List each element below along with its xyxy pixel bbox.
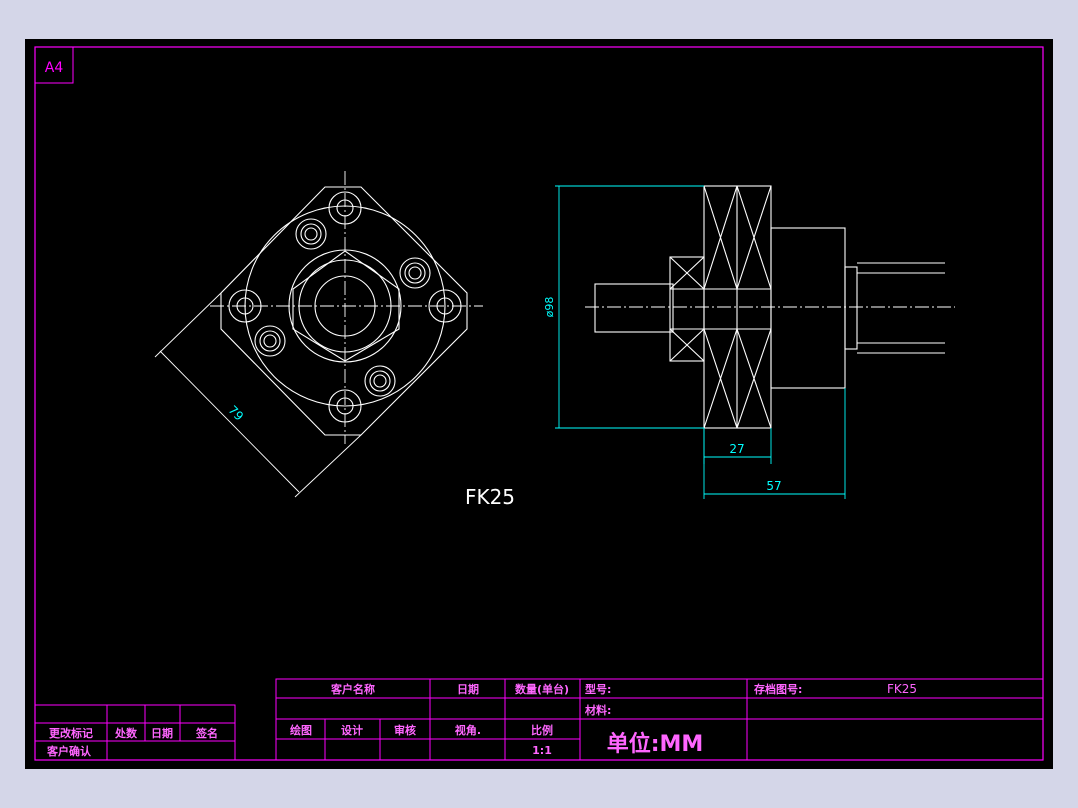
scale-value: 1:1 xyxy=(532,744,552,757)
archive-no-value: FK25 xyxy=(887,682,917,696)
shaft-stub xyxy=(594,283,674,333)
unit-label: 单位:MM xyxy=(607,731,704,757)
inner-border xyxy=(34,46,1044,761)
design-label: 设计 xyxy=(341,723,363,737)
housing-step xyxy=(844,266,858,350)
archive-no-label: 存档图号: xyxy=(754,682,802,696)
side-dimensions xyxy=(555,185,846,499)
drawing-label: 绘图 xyxy=(290,723,312,737)
front-dimension xyxy=(154,292,362,498)
customer-name-label: 客户名称 xyxy=(330,682,375,696)
sign-label: 签名 xyxy=(195,726,218,740)
title-date-label: 日期 xyxy=(457,682,479,696)
change-mark-label: 更改标记 xyxy=(49,726,93,740)
cad-drawing: A4 79 FK25 ø98 27 57 更改标记 处数 日期 签名 客户确认 … xyxy=(34,46,1044,761)
drawing-sheet: A4 79 FK25 ø98 27 57 更改标记 处数 日期 签名 客户确认 … xyxy=(25,39,1053,769)
view-angle-label: 视角. xyxy=(455,723,481,737)
dimension-27: 27 xyxy=(729,442,744,456)
review-label: 审核 xyxy=(394,723,416,737)
count-label: 处数 xyxy=(114,726,138,740)
customer-confirm-label: 客户确认 xyxy=(46,744,92,758)
dimension-57: 57 xyxy=(766,479,781,493)
part-label: FK25 xyxy=(465,485,515,509)
rev-date-label: 日期 xyxy=(151,726,173,740)
material-label: 材料: xyxy=(585,703,611,717)
housing-body xyxy=(770,227,846,389)
model-label: 型号: xyxy=(585,682,611,696)
scale-label: 比例 xyxy=(531,723,553,737)
dimension-d98: ø98 xyxy=(543,297,556,318)
front-view xyxy=(220,186,468,436)
sheet-size-label: A4 xyxy=(45,60,64,76)
quantity-label: 数量(单台) xyxy=(515,682,569,696)
front-centerlines xyxy=(210,171,483,444)
